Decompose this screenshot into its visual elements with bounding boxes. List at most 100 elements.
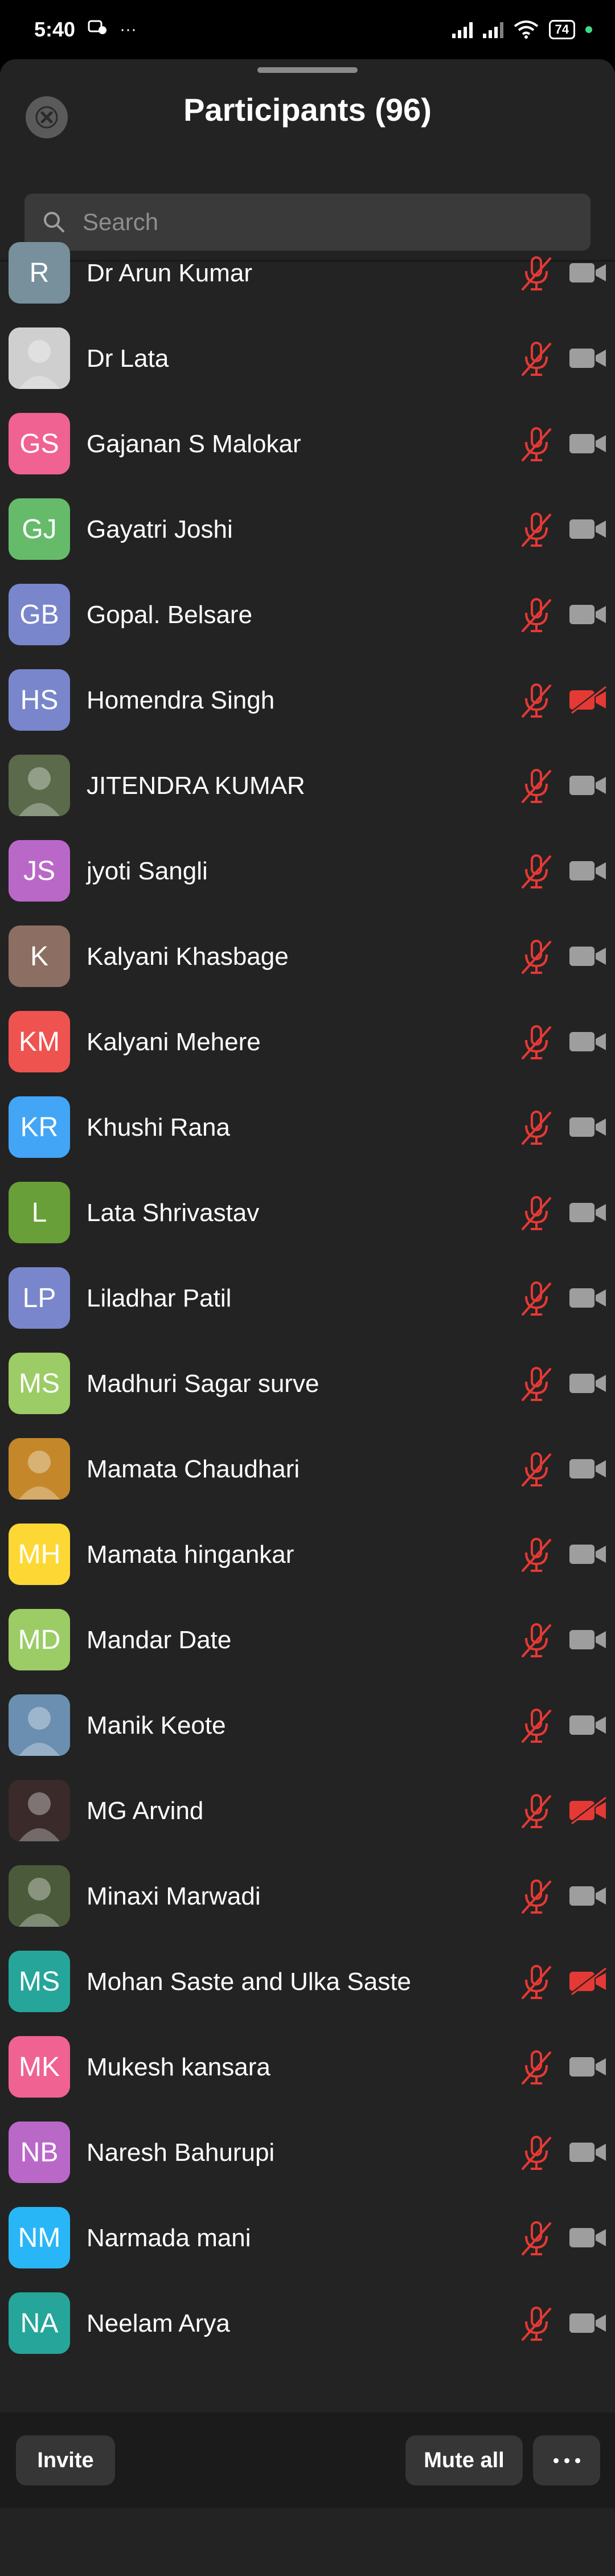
mic-muted-icon[interactable] <box>518 1535 555 1575</box>
participant-row[interactable]: MH Mamata hingankar <box>0 1509 615 1595</box>
avatar: GJ <box>9 498 70 560</box>
video-icon[interactable] <box>567 1540 608 1568</box>
mic-muted-icon[interactable] <box>518 425 555 465</box>
avatar: R <box>9 242 70 304</box>
participant-row[interactable]: R Dr Arun Kumar <box>0 228 615 313</box>
participant-name: jyoti Sangli <box>87 857 208 885</box>
video-off-icon[interactable] <box>567 1796 608 1825</box>
participant-row[interactable]: MS Mohan Saste and Ulka Saste <box>0 1936 615 2022</box>
mic-muted-icon[interactable] <box>518 339 555 379</box>
video-icon[interactable] <box>567 429 608 458</box>
video-icon[interactable] <box>567 1455 608 1483</box>
sheet-grabber[interactable] <box>257 67 358 73</box>
mic-muted-icon[interactable] <box>518 1450 555 1490</box>
participant-row[interactable]: MD Mandar Date <box>0 1595 615 1680</box>
mic-muted-icon[interactable] <box>518 1963 555 2002</box>
video-icon[interactable] <box>567 2309 608 2337</box>
video-icon[interactable] <box>567 942 608 970</box>
participant-row[interactable]: Dr Lata <box>0 313 615 399</box>
participant-row[interactable]: MS Madhuri Sagar surve <box>0 1338 615 1424</box>
mic-muted-icon[interactable] <box>518 1621 555 1661</box>
mic-muted-icon[interactable] <box>518 1194 555 1234</box>
video-icon[interactable] <box>567 857 608 885</box>
participant-row[interactable]: JS jyoti Sangli <box>0 826 615 911</box>
participant-row[interactable]: Manik Keote <box>0 1680 615 1766</box>
mic-muted-icon[interactable] <box>518 596 555 636</box>
participant-name: Khushi Rana <box>87 1113 230 1141</box>
avatar: MH <box>9 1524 70 1585</box>
participant-row[interactable]: KR Khushi Rana <box>0 1082 615 1168</box>
video-icon[interactable] <box>567 600 608 629</box>
video-icon[interactable] <box>567 1625 608 1654</box>
participant-row[interactable]: JITENDRA KUMAR <box>0 740 615 826</box>
video-icon[interactable] <box>567 259 608 287</box>
more-status-dots: ··· <box>120 20 137 39</box>
mic-muted-icon[interactable] <box>518 1877 555 1917</box>
participant-row[interactable]: GJ Gayatri Joshi <box>0 484 615 570</box>
mic-muted-icon[interactable] <box>518 1023 555 1063</box>
mic-muted-icon[interactable] <box>518 2133 555 2173</box>
video-icon[interactable] <box>567 2053 608 2081</box>
mic-muted-icon[interactable] <box>518 1279 555 1319</box>
mic-muted-icon[interactable] <box>518 1108 555 1148</box>
participant-row[interactable]: Mamata Chaudhari <box>0 1424 615 1509</box>
participant-row[interactable]: NA Neelam Arya <box>0 2278 615 2364</box>
participant-row[interactable]: MG Arvind <box>0 1766 615 1851</box>
video-icon[interactable] <box>567 515 608 543</box>
mic-muted-icon[interactable] <box>518 937 555 977</box>
avatar: GB <box>9 584 70 645</box>
participant-name: Mandar Date <box>87 1626 232 1654</box>
video-icon[interactable] <box>567 2223 608 2252</box>
mic-muted-icon[interactable] <box>518 254 555 294</box>
avatar-photo <box>9 327 70 389</box>
mic-muted-icon[interactable] <box>518 2048 555 2088</box>
video-icon[interactable] <box>567 1711 608 1739</box>
participant-row[interactable]: NB Naresh Bahurupi <box>0 2107 615 2193</box>
participant-row[interactable]: LP Liladhar Patil <box>0 1253 615 1338</box>
video-icon[interactable] <box>567 1198 608 1227</box>
mic-muted-icon[interactable] <box>518 767 555 806</box>
mic-muted-icon[interactable] <box>518 2219 555 2259</box>
participant-row[interactable]: GS Gajanan S Malokar <box>0 399 615 484</box>
mic-muted-icon[interactable] <box>518 852 555 892</box>
mic-muted-icon[interactable] <box>518 2304 555 2344</box>
avatar-initials: GS <box>19 428 59 459</box>
mic-muted-icon[interactable] <box>518 510 555 550</box>
participant-row[interactable]: HS Homendra Singh <box>0 655 615 740</box>
participant-name: Gajanan S Malokar <box>87 430 301 458</box>
video-icon[interactable] <box>567 1882 608 1910</box>
participant-row[interactable]: L Lata Shrivastav <box>0 1168 615 1253</box>
participant-row[interactable]: MK Mukesh kansara <box>0 2022 615 2107</box>
mic-muted-icon[interactable] <box>518 1706 555 1746</box>
mute-all-button[interactable]: Mute all <box>405 2435 523 2485</box>
video-icon[interactable] <box>567 1369 608 1398</box>
invite-button[interactable]: Invite <box>16 2435 115 2485</box>
participant-name: Mamata hingankar <box>87 1541 294 1568</box>
avatar-initials: HS <box>20 685 59 715</box>
avatar-initials: NB <box>20 2137 59 2168</box>
participant-row[interactable]: Minaxi Marwadi <box>0 1851 615 1936</box>
mic-muted-icon[interactable] <box>518 681 555 721</box>
video-off-icon[interactable] <box>567 1967 608 1996</box>
mic-muted-icon[interactable] <box>518 1792 555 1832</box>
more-options-button[interactable] <box>533 2435 600 2485</box>
video-icon[interactable] <box>567 771 608 800</box>
video-icon[interactable] <box>567 1027 608 1056</box>
avatar-initials: MS <box>19 1966 60 1997</box>
participant-row[interactable]: KM Kalyani Mehere <box>0 997 615 1082</box>
avatar-initials: GJ <box>22 514 57 544</box>
avatar: NA <box>9 2292 70 2354</box>
participant-row[interactable]: GB Gopal. Belsare <box>0 570 615 655</box>
video-icon[interactable] <box>567 2138 608 2167</box>
video-off-icon[interactable] <box>567 686 608 714</box>
participant-row[interactable]: NM Narmada mani <box>0 2193 615 2278</box>
participant-list: R Dr Arun Kumar Dr Lata GS Gajanan S Malokar… <box>0 228 615 2364</box>
video-icon[interactable] <box>567 344 608 372</box>
participant-row[interactable]: K Kalyani Khasbage <box>0 911 615 997</box>
participant-name: Liladhar Patil <box>87 1284 232 1312</box>
video-icon[interactable] <box>567 1113 608 1141</box>
mic-muted-icon[interactable] <box>518 1365 555 1404</box>
video-icon[interactable] <box>567 1284 608 1312</box>
wifi-icon <box>514 21 538 39</box>
avatar: NB <box>9 2122 70 2183</box>
